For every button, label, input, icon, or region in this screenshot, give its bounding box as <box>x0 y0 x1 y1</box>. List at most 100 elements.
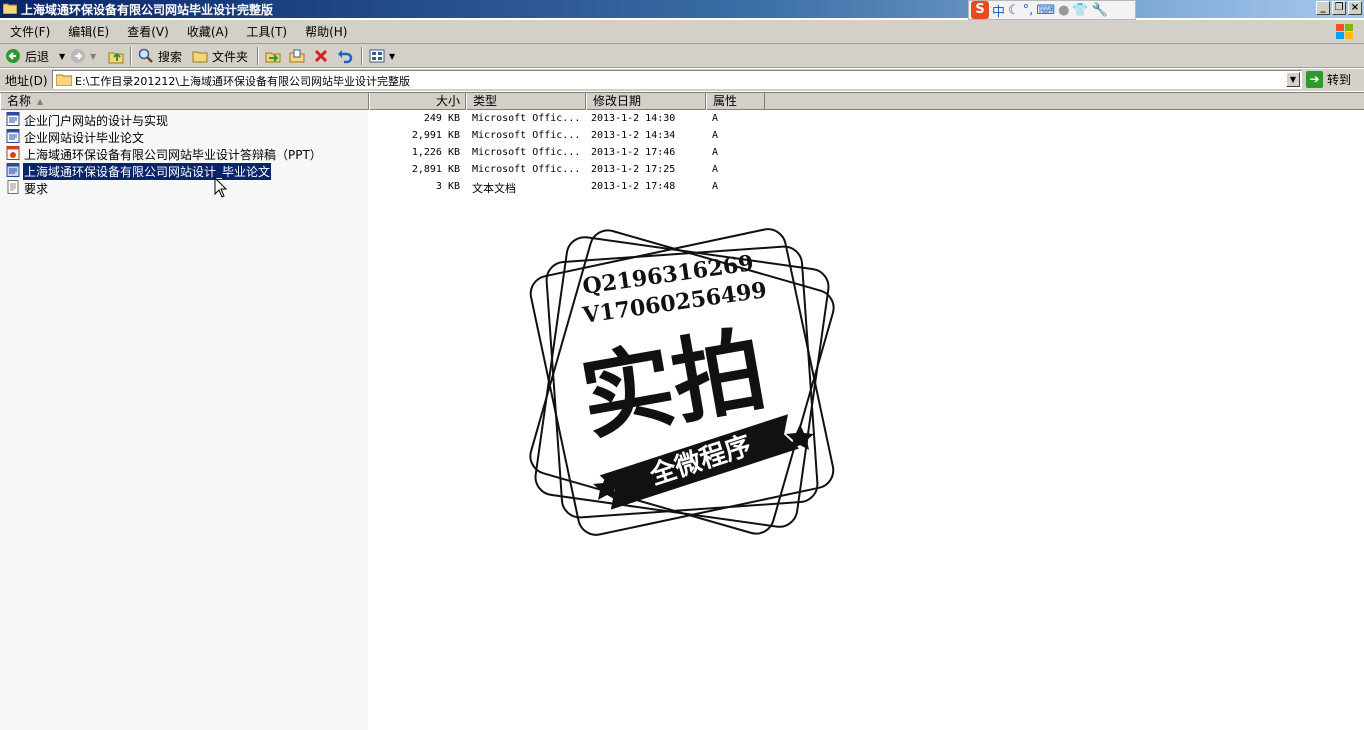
address-dropdown-button[interactable]: ▼ <box>1286 72 1300 87</box>
up-folder-button[interactable] <box>108 47 124 65</box>
moon-icon[interactable]: ☾ <box>1008 3 1020 18</box>
punctuation-icon[interactable]: °, <box>1023 3 1034 18</box>
chevron-down-icon[interactable]: ▼ <box>90 52 96 61</box>
column-header-name[interactable]: 名称 ▲ <box>0 93 369 110</box>
copy-to-button[interactable] <box>289 47 305 65</box>
column-header-modified[interactable]: 修改日期 <box>586 93 706 110</box>
folders-icon <box>192 51 208 63</box>
file-name[interactable]: 企业网站设计毕业论文 <box>24 129 144 146</box>
go-button[interactable]: ➔ 转到 <box>1306 70 1351 89</box>
search-label: 搜索 <box>158 49 183 64</box>
menu-edit[interactable]: 编辑(E) <box>59 23 118 40</box>
menu-favorites[interactable]: 收藏(A) <box>178 23 238 40</box>
file-type: Microsoft Offic... <box>472 164 581 175</box>
file-type: Microsoft Offic... <box>472 130 581 141</box>
go-label: 转到 <box>1327 73 1352 87</box>
views-icon <box>369 49 385 63</box>
column-header-size[interactable]: 大小 <box>369 93 466 110</box>
go-arrow-icon: ➔ <box>1306 71 1323 88</box>
column-header-type[interactable]: 类型 <box>466 93 586 110</box>
toolbar-separator <box>130 47 132 65</box>
address-label: 地址(D) <box>5 74 48 88</box>
up-folder-icon <box>108 52 124 64</box>
move-to-folder-icon <box>265 52 281 63</box>
file-name[interactable]: 企业门户网站的设计与实现 <box>24 112 168 129</box>
menu-view[interactable]: 查看(V) <box>118 23 178 40</box>
file-modified: 2013-1-2 17:46 <box>591 147 676 158</box>
search-icon <box>138 48 153 63</box>
file-row[interactable]: 企业网站设计毕业论文 2,991 KB Microsoft Offic... 2… <box>0 128 1364 145</box>
chevron-down-icon[interactable]: ▼ <box>389 52 395 61</box>
ime-mode-chinese[interactable]: 中 <box>992 1 1005 20</box>
file-row[interactable]: 要求 3 KB 文本文档 2013-1-2 17:48 A <box>0 179 1364 196</box>
column-header-attributes[interactable]: 属性 <box>706 93 765 110</box>
file-modified: 2013-1-2 14:34 <box>591 130 676 141</box>
delete-button[interactable] <box>313 47 329 65</box>
menu-file[interactable]: 文件(F) <box>0 23 59 40</box>
sogou-ime-icon[interactable]: S <box>971 1 989 19</box>
skin-shirt-icon[interactable]: 👕 <box>1072 3 1088 18</box>
file-size: 2,891 KB <box>411 164 460 175</box>
undo-icon <box>338 50 353 64</box>
menu-help[interactable]: 帮助(H) <box>296 23 356 40</box>
title-bar: 上海域通环保设备有限公司网站毕业设计完整版 <box>0 0 1364 18</box>
sort-ascending-icon: ▲ <box>37 97 44 106</box>
file-row[interactable]: 上海域通环保设备有限公司网站毕业设计答辩稿（PPT） 1,226 KB Micr… <box>0 145 1364 162</box>
back-label: 后退 <box>25 49 50 64</box>
file-name[interactable]: 要求 <box>24 180 48 197</box>
window-controls: _ ❐ × <box>1316 1 1362 15</box>
word-doc-icon <box>6 112 20 126</box>
menu-tools[interactable]: 工具(T) <box>237 23 296 40</box>
file-size: 1,226 KB <box>411 147 460 158</box>
mouse-pointer-icon <box>214 177 228 198</box>
file-modified: 2013-1-2 14:30 <box>591 113 676 124</box>
file-size: 3 KB <box>435 181 460 192</box>
folders-button[interactable]: 文件夹 <box>192 47 248 65</box>
file-modified: 2013-1-2 17:25 <box>591 164 676 175</box>
close-button[interactable]: × <box>1348 1 1362 15</box>
file-name[interactable]: 上海域通环保设备有限公司网站设计_毕业论文 <box>21 162 273 181</box>
windows-logo-icon <box>1336 24 1353 39</box>
word-doc-icon <box>6 163 20 177</box>
file-attributes: A <box>712 130 719 141</box>
chevron-down-icon[interactable]: ▼ <box>59 52 65 61</box>
search-button[interactable]: 搜索 <box>138 47 182 65</box>
toolbar-separator <box>361 47 363 65</box>
address-field[interactable]: E:\工作目录201212\上海域通环保设备有限公司网站毕业设计完整版 ▼ <box>52 70 1302 89</box>
file-size: 249 KB <box>423 113 460 124</box>
column-name-label: 名称 <box>7 94 32 108</box>
back-button[interactable]: 后退 ▼ <box>5 47 65 65</box>
delete-x-icon <box>314 49 328 63</box>
ime-toolbar[interactable]: S 中 ☾ °, ⌨ ● 👕 🔧 <box>968 0 1136 20</box>
forward-arrow-icon <box>71 49 85 63</box>
folder-icon <box>3 3 17 14</box>
minimize-button[interactable]: _ <box>1316 1 1330 15</box>
name-column-background <box>0 110 368 730</box>
text-file-icon <box>7 180 19 194</box>
file-type: 文本文档 <box>472 182 516 195</box>
user-icon[interactable]: ● <box>1058 3 1069 18</box>
restore-button[interactable]: ❐ <box>1332 1 1346 15</box>
folders-label: 文件夹 <box>212 49 249 64</box>
back-arrow-icon <box>6 49 20 63</box>
keyboard-icon[interactable]: ⌨ <box>1036 3 1055 18</box>
wrench-icon[interactable]: 🔧 <box>1092 3 1108 18</box>
undo-button[interactable] <box>337 47 353 65</box>
folder-icon <box>56 74 72 86</box>
file-row-selected[interactable]: 上海域通环保设备有限公司网站设计_毕业论文 2,891 KB Microsoft… <box>0 162 1364 181</box>
file-modified: 2013-1-2 17:48 <box>591 181 676 192</box>
views-button[interactable]: ▼ <box>369 47 395 65</box>
window-title: 上海域通环保设备有限公司网站毕业设计完整版 <box>21 3 274 17</box>
word-doc-icon <box>6 129 20 143</box>
address-bar: 地址(D) E:\工作目录201212\上海域通环保设备有限公司网站毕业设计完整… <box>0 69 1364 91</box>
menu-bar: 文件(F) 编辑(E) 查看(V) 收藏(A) 工具(T) 帮助(H) <box>0 20 1364 44</box>
file-size: 2,991 KB <box>411 130 460 141</box>
move-to-button[interactable] <box>265 47 281 65</box>
file-row[interactable]: 企业门户网站的设计与实现 249 KB Microsoft Offic... 2… <box>0 111 1364 128</box>
column-headers: 名称 ▲ 大小 类型 修改日期 属性 <box>0 93 1364 110</box>
forward-button[interactable]: ▼ <box>70 47 96 65</box>
address-value[interactable]: E:\工作目录201212\上海域通环保设备有限公司网站毕业设计完整版 <box>75 73 410 89</box>
file-attributes: A <box>712 147 719 158</box>
toolbar-separator <box>257 47 259 65</box>
file-name[interactable]: 上海域通环保设备有限公司网站毕业设计答辩稿（PPT） <box>24 146 322 163</box>
